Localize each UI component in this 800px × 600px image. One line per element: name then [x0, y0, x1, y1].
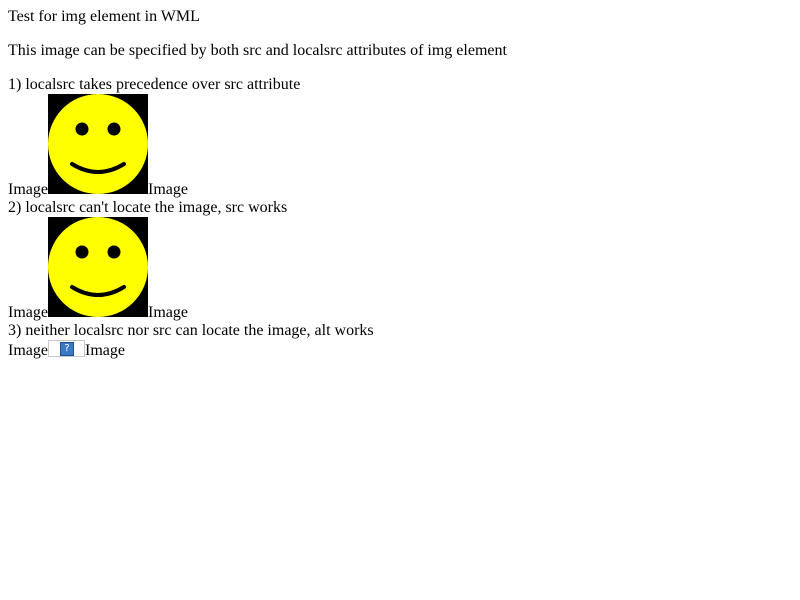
- image-label-before: Image: [8, 342, 48, 359]
- smiley-face-icon: [47, 217, 148, 317]
- smiley-face-icon: [47, 94, 148, 194]
- image-row: Image Image: [8, 217, 792, 322]
- smiley-image: [47, 217, 148, 317]
- case-title: 3) neither localsrc nor src can locate t…: [8, 322, 374, 339]
- case-title: 2) localsrc can't locate the image, src …: [8, 199, 288, 216]
- case-title: 1) localsrc takes precedence over src at…: [8, 76, 301, 93]
- intro-text: This image can be specified by both src …: [8, 42, 507, 59]
- image-label-after: Image: [147, 181, 188, 198]
- image-label-before: Image: [8, 181, 48, 198]
- smiley-image: [47, 94, 148, 194]
- page-title: Test for img element in WML: [8, 8, 200, 25]
- test-case-2: 2) localsrc can't locate the image, src …: [8, 199, 792, 322]
- image-label-after: Image: [147, 304, 188, 321]
- image-label-before: Image: [8, 304, 48, 321]
- image-label-after: Image: [84, 342, 125, 359]
- test-case-1: 1) localsrc takes precedence over src at…: [8, 76, 792, 199]
- test-case-3: 3) neither localsrc nor src can locate t…: [8, 322, 792, 360]
- broken-image-icon: ?: [59, 342, 74, 356]
- broken-image-placeholder: ?: [47, 340, 85, 357]
- wml-page: Test for img element in WML This image c…: [0, 0, 800, 368]
- image-row: Image? Image: [8, 340, 792, 360]
- image-row: Image Image: [8, 94, 792, 199]
